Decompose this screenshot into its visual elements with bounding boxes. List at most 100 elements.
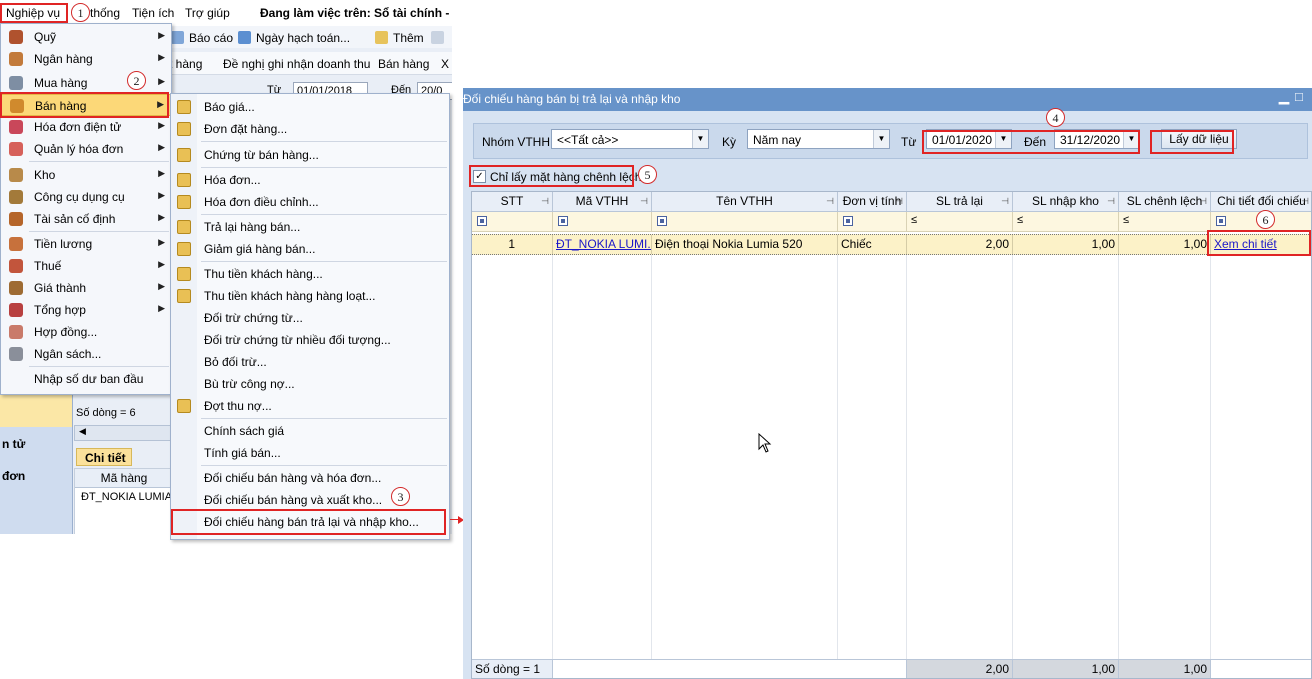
submenu-arrow-icon: ▶ — [158, 30, 165, 40]
pin-icon[interactable]: ⊣ — [1107, 192, 1115, 211]
nav-item-hoa-don-dien-tu[interactable]: n tử — [2, 437, 25, 451]
menu-item-tong-hop[interactable]: Tổng hợp ▶ — [1, 299, 171, 321]
pin-icon[interactable]: ⊣ — [1199, 192, 1207, 211]
col-header-chi-tiet-doi-chieu[interactable]: Chi tiết đối chiếu ⊣ — [1211, 192, 1311, 212]
submenu-item-bao-gia[interactable]: Báo giá... — [171, 96, 449, 118]
filter-icon[interactable] — [657, 216, 667, 226]
submenu-item-chung-tu-ban-hang[interactable]: Chứng từ bán hàng... — [171, 144, 449, 166]
submenu-item-don-dat-hang[interactable]: Đơn đặt hàng... — [171, 118, 449, 140]
item-code-link[interactable]: ĐT_NOKIA LUMI... — [556, 237, 651, 251]
toolbar-icon[interactable] — [431, 31, 449, 45]
menu-item-ngan-sach[interactable]: Ngân sách... — [1, 343, 171, 365]
submenu-item-chinh-sach-gia[interactable]: Chính sách giá — [171, 420, 449, 442]
submenu-item-bo-doi-tru[interactable]: Bỏ đối trừ... — [171, 351, 449, 373]
horizontal-scrollbar[interactable]: ◀ — [74, 425, 174, 441]
menu-he-thong[interactable]: thống — [90, 6, 120, 20]
menu-item-ngan-hang[interactable]: Ngân hàng ▶ — [1, 48, 171, 70]
tab-more[interactable]: X — [441, 57, 449, 71]
filter-icon[interactable] — [1216, 216, 1226, 226]
menu-item-tai-san-co-dinh[interactable]: Tài sản cố định ▶ — [1, 208, 171, 230]
pin-icon[interactable]: ⊣ — [541, 192, 549, 211]
filter-icon[interactable] — [477, 216, 487, 226]
report-button[interactable]: Báo cáo — [171, 31, 233, 45]
menu-item-hoa-don-dien-tu[interactable]: Hóa đơn điện tử ▶ — [1, 116, 171, 138]
submenu-item-dot-thu-no[interactable]: Đợt thu nợ... — [171, 395, 449, 417]
dialog-title: Đối chiếu hàng bán bị trả lại và nhập kh… — [463, 92, 681, 106]
submenu-item-bu-tru-cong-no[interactable]: Bù trừ công nợ... — [171, 373, 449, 395]
col-header-don-vi-tinh[interactable]: Đơn vị tính ⊣ — [838, 192, 907, 212]
tab-dat-hang[interactable]: t hàng — [169, 57, 202, 71]
pin-icon[interactable]: ⊣ — [1001, 192, 1009, 211]
menu-item-hop-dong[interactable]: Hợp đồng... — [1, 321, 171, 343]
submenu-item-doi-chieu-ban-hang-hoa-don[interactable]: Đối chiếu bán hàng và hóa đơn... — [171, 467, 449, 489]
chevron-down-icon[interactable]: ▼ — [873, 130, 889, 148]
menu-separator — [29, 231, 169, 232]
submenu-item-thu-tien-hang-loat[interactable]: Thu tiền khách hàng hàng loạt... — [171, 285, 449, 307]
col-header-ten-vthh[interactable]: Tên VTHH ⊣ — [652, 192, 838, 212]
step-badge-3: 3 — [391, 487, 410, 506]
menu-item-gia-thanh[interactable]: Giá thành ▶ — [1, 277, 171, 299]
nav-selected-item[interactable] — [0, 395, 72, 427]
pin-icon[interactable]: ⊣ — [1301, 192, 1309, 211]
step-badge-6: 6 — [1256, 210, 1275, 229]
menu-item-quan-ly-hoa-don[interactable]: Quản lý hóa đơn ▶ — [1, 138, 171, 160]
filter-cell-don-vi-tinh[interactable] — [838, 212, 907, 231]
filter-icon[interactable] — [558, 216, 568, 226]
pin-icon[interactable]: ⊣ — [640, 192, 648, 211]
submenu-item-hoa-don[interactable]: Hóa đơn... — [171, 169, 449, 191]
submenu-item-giam-gia-hang-ban[interactable]: Giảm giá hàng bán... — [171, 238, 449, 260]
col-header-sl-tra-lai[interactable]: SL trả lại ⊣ — [907, 192, 1013, 212]
pin-icon[interactable]: ⊣ — [895, 192, 903, 211]
menu-item-nhap-so-du-ban-dau[interactable]: Nhập số dư ban đầu — [1, 368, 171, 390]
cell-sl-nhap-kho: 1,00 — [1013, 235, 1119, 254]
menu-tien-ich[interactable]: Tiện ích — [132, 6, 174, 20]
menu-item-quy[interactable]: Quỹ ▶ — [1, 26, 171, 48]
cell-ma-vthh[interactable]: ĐT_NOKIA LUMI... — [553, 235, 652, 254]
filter-row: ≤ ≤ ≤ — [472, 212, 1311, 232]
submenu-item-hoa-don-dieu-chinh[interactable]: Hóa đơn điều chỉnh... — [171, 191, 449, 213]
filter-cell-sl-chenh-lech[interactable]: ≤ — [1119, 212, 1211, 231]
filter-cell-ten-vthh[interactable] — [652, 212, 838, 231]
nav-item-quan-ly-hoa-don[interactable]: đơn — [2, 469, 25, 483]
submenu-item-thu-tien-khach-hang[interactable]: Thu tiền khách hàng... — [171, 263, 449, 285]
add-button[interactable]: Thêm — [375, 31, 424, 45]
menu-tro-giup[interactable]: Trợ giúp — [185, 6, 230, 20]
tab-de-nghi-ghi-nhan-doanh-thu[interactable]: Đề nghị ghi nhận doanh thu — [223, 57, 370, 71]
submenu-item-tinh-gia-ban[interactable]: Tính giá bán... — [171, 442, 449, 464]
posting-date-button[interactable]: Ngày hạch toán... — [238, 31, 350, 45]
detail-grid-header[interactable]: Mã hàng — [75, 469, 173, 488]
maximize-icon[interactable]: □ — [1295, 89, 1303, 104]
menu-item-kho[interactable]: Kho ▶ — [1, 164, 171, 186]
menu-item-cong-cu-dung-cu[interactable]: Công cụ dụng cụ ▶ — [1, 186, 171, 208]
filter-cell-ma-vthh[interactable] — [553, 212, 652, 231]
minimize-icon[interactable]: ▁ — [1279, 89, 1289, 105]
scroll-left-icon[interactable]: ◀ — [79, 426, 86, 437]
menu-item-tien-luong[interactable]: Tiền lương ▶ — [1, 233, 171, 255]
period-select[interactable]: Năm nay ▼ — [747, 129, 890, 149]
group-select[interactable]: <<Tất cả>> ▼ — [551, 129, 709, 149]
pin-icon[interactable]: ⊣ — [826, 192, 834, 211]
detail-grid-cell[interactable]: ĐT_NOKIA LUMIA — [81, 491, 172, 503]
chevron-down-icon[interactable]: ▼ — [692, 130, 708, 148]
bulk-receipt-icon — [177, 289, 191, 303]
col-header-stt[interactable]: STT ⊣ — [472, 192, 553, 212]
filter-icon[interactable] — [843, 216, 853, 226]
nghiep-vu-dropdown: Quỹ ▶ Ngân hàng ▶ Mua hàng ▶ Bán hàng ▶ Hóa … — [0, 23, 172, 395]
step-badge-2: 2 — [127, 71, 146, 90]
col-header-ma-vthh[interactable]: Mã VTHH ⊣ — [553, 192, 652, 212]
calendar-icon — [238, 31, 251, 44]
sales-voucher-icon — [177, 148, 191, 162]
tab-ban-hang[interactable]: Bán hàng — [378, 57, 429, 71]
filter-cell-sl-tra-lai[interactable]: ≤ — [907, 212, 1013, 231]
filter-cell-stt[interactable] — [472, 212, 553, 231]
menu-item-thue[interactable]: Thuế ▶ — [1, 255, 171, 277]
submenu-item-doi-tru-nhieu-doi-tuong[interactable]: Đối trừ chứng từ nhiều đối tượng... — [171, 329, 449, 351]
col-header-sl-nhap-kho[interactable]: SL nhập kho ⊣ — [1013, 192, 1119, 212]
submenu-item-tra-lai-hang-ban[interactable]: Trả lại hàng bán... — [171, 216, 449, 238]
warehouse-icon — [9, 168, 23, 182]
submenu-item-doi-tru-chung-tu[interactable]: Đối trừ chứng từ... — [171, 307, 449, 329]
tab-chi-tiet[interactable]: Chi tiết — [76, 448, 132, 466]
filter-cell-sl-nhap-kho[interactable]: ≤ — [1013, 212, 1119, 231]
col-header-sl-chenh-lech[interactable]: SL chênh lệch ⊣ — [1119, 192, 1211, 212]
table-row[interactable]: 1 ĐT_NOKIA LUMI... Điện thoại Nokia Lumi… — [472, 234, 1311, 255]
